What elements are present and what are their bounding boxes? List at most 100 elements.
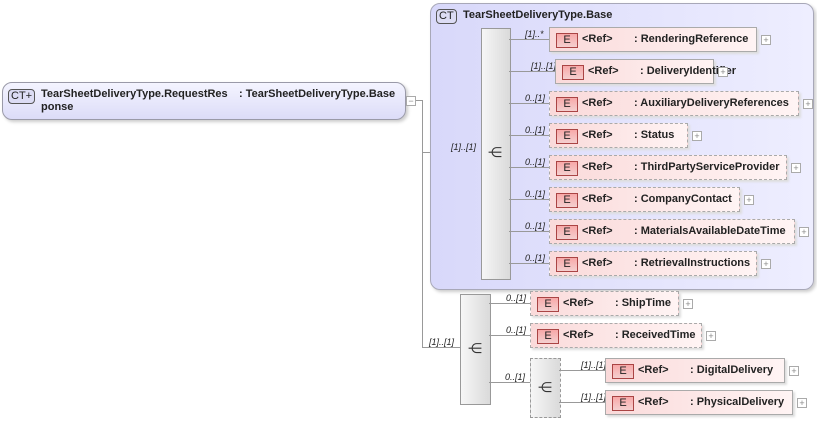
cardinality-label: 0..[1] bbox=[506, 325, 527, 335]
element-badge: E bbox=[556, 161, 578, 176]
element-name: : Status bbox=[634, 129, 675, 141]
cardinality-label: 0..[1] bbox=[525, 253, 546, 263]
cardinality-label: 0..[1] bbox=[505, 372, 526, 382]
ref-label: <Ref> bbox=[582, 225, 613, 237]
element-badge: E bbox=[537, 297, 559, 312]
cardinality-label: [1]..[1] bbox=[581, 360, 607, 370]
element-ref[interactable]: E <Ref> : ThirdPartyServiceProvider bbox=[549, 155, 787, 180]
connector bbox=[489, 382, 530, 383]
element-ref[interactable]: E <Ref>: AuxiliaryDeliveryReferences bbox=[549, 91, 799, 116]
element-ref[interactable]: E <Ref> : DigitalDelivery bbox=[605, 358, 785, 383]
element-ref[interactable]: E <Ref>: RenderingReference bbox=[549, 27, 757, 52]
cardinality-label: 0..[1] bbox=[525, 189, 546, 199]
element-ref[interactable]: E <Ref>: Status bbox=[549, 123, 688, 148]
ref-label: <Ref> bbox=[588, 65, 619, 77]
element-ref[interactable]: E <Ref> : CompanyContact bbox=[549, 187, 740, 212]
choice-icon: ⋲ bbox=[538, 379, 552, 395]
element-badge: E bbox=[562, 65, 584, 80]
root-type-name-wrap: ponse bbox=[41, 101, 74, 113]
element-name: : DigitalDelivery bbox=[690, 364, 774, 376]
element-name: : AuxiliaryDeliveryReferences bbox=[634, 97, 789, 109]
expand-button[interactable]: + bbox=[718, 67, 728, 77]
connector bbox=[509, 263, 549, 264]
ref-label: <Ref> bbox=[582, 161, 613, 173]
connector bbox=[422, 100, 423, 348]
connector bbox=[559, 370, 605, 371]
element-badge: E bbox=[612, 396, 634, 411]
expand-button[interactable]: + bbox=[744, 195, 754, 205]
expand-button[interactable]: + bbox=[761, 35, 771, 45]
expand-button[interactable]: + bbox=[683, 299, 693, 309]
cardinality-label: 0..[1] bbox=[525, 125, 546, 135]
element-ref[interactable]: E <Ref> : ReceivedTime bbox=[530, 323, 702, 348]
ref-label: <Ref> bbox=[563, 329, 594, 341]
connector bbox=[509, 231, 549, 232]
complex-type-badge: CT bbox=[436, 9, 457, 24]
element-badge: E bbox=[556, 33, 578, 48]
connector bbox=[489, 303, 530, 304]
cardinality-label: 0..[1] bbox=[525, 221, 546, 231]
root-type-name: TearSheetDeliveryType.RequestRes bbox=[41, 88, 228, 100]
cardinality-label: [1]..[1] bbox=[531, 61, 557, 71]
cardinality-label: 0..[1] bbox=[525, 93, 546, 103]
ref-label: <Ref> bbox=[638, 396, 669, 408]
element-name: : ShipTime bbox=[615, 297, 672, 309]
connector bbox=[509, 39, 549, 40]
element-badge: E bbox=[537, 329, 559, 344]
connector bbox=[509, 167, 549, 168]
connector bbox=[509, 199, 549, 200]
cardinality-label: [1]..[1] bbox=[581, 392, 607, 402]
connector bbox=[509, 103, 549, 104]
element-name: : PhysicalDelivery bbox=[690, 396, 785, 408]
cardinality-label: 0..[1] bbox=[525, 157, 546, 167]
ref-label: <Ref> bbox=[638, 364, 669, 376]
ref-label: <Ref> bbox=[563, 297, 594, 309]
sequence-icon: ⋲ bbox=[468, 340, 482, 356]
element-ref[interactable]: E <Ref> : RetrievalInstructions bbox=[549, 251, 757, 276]
collapse-button[interactable]: − bbox=[406, 96, 416, 106]
connector bbox=[559, 402, 605, 403]
element-ref[interactable]: E <Ref> : ShipTime bbox=[530, 291, 679, 316]
base-type-title: TearSheetDeliveryType.Base bbox=[463, 9, 613, 21]
expand-button[interactable]: + bbox=[692, 131, 702, 141]
expand-button[interactable]: + bbox=[797, 398, 807, 408]
element-badge: E bbox=[556, 225, 578, 240]
cardinality-label: [1]..[1] bbox=[451, 142, 477, 152]
cardinality-label: [1]..* bbox=[525, 29, 544, 39]
element-name: : MaterialsAvailableDateTime bbox=[634, 225, 786, 237]
sequence-compositor[interactable]: ⋲ bbox=[460, 294, 491, 405]
root-base-type: : TearSheetDeliveryType.Base bbox=[239, 88, 396, 100]
element-ref[interactable]: E <Ref> : PhysicalDelivery bbox=[605, 390, 793, 415]
element-badge: E bbox=[612, 364, 634, 379]
expand-button[interactable]: + bbox=[803, 99, 813, 109]
complex-type-extension-badge: CT+ bbox=[8, 89, 36, 104]
ref-label: <Ref> bbox=[582, 33, 613, 45]
element-badge: E bbox=[556, 257, 578, 272]
cardinality-label: [1]..[1] bbox=[429, 337, 455, 347]
expand-button[interactable]: + bbox=[799, 227, 809, 237]
ref-label: <Ref> bbox=[582, 97, 613, 109]
sequence-icon: ⋲ bbox=[488, 144, 502, 160]
root-complex-type[interactable]: CT+ TearSheetDeliveryType.RequestRes pon… bbox=[2, 82, 406, 120]
element-name: : RetrievalInstructions bbox=[634, 257, 751, 269]
element-ref[interactable]: E <Ref>: DeliveryIdentifier bbox=[555, 59, 736, 84]
connector bbox=[422, 347, 460, 348]
sequence-compositor[interactable]: ⋲ bbox=[481, 28, 511, 280]
element-name: : ThirdPartyServiceProvider bbox=[634, 161, 780, 173]
expand-button[interactable]: + bbox=[761, 259, 771, 269]
connector bbox=[509, 71, 555, 72]
element-badge: E bbox=[556, 193, 578, 208]
connector bbox=[509, 135, 549, 136]
cardinality-label: 0..[1] bbox=[506, 293, 527, 303]
element-name: : ReceivedTime bbox=[615, 329, 696, 341]
choice-compositor[interactable]: ⋲ bbox=[530, 358, 561, 418]
ref-label: <Ref> bbox=[582, 257, 613, 269]
ref-label: <Ref> bbox=[582, 193, 613, 205]
connector bbox=[489, 335, 530, 336]
element-badge: E bbox=[556, 129, 578, 144]
expand-button[interactable]: + bbox=[706, 331, 716, 341]
element-ref[interactable]: E <Ref> : MaterialsAvailableDateTime bbox=[549, 219, 795, 244]
expand-button[interactable]: + bbox=[791, 163, 801, 173]
element-name: : CompanyContact bbox=[634, 193, 732, 205]
expand-button[interactable]: + bbox=[789, 366, 799, 376]
